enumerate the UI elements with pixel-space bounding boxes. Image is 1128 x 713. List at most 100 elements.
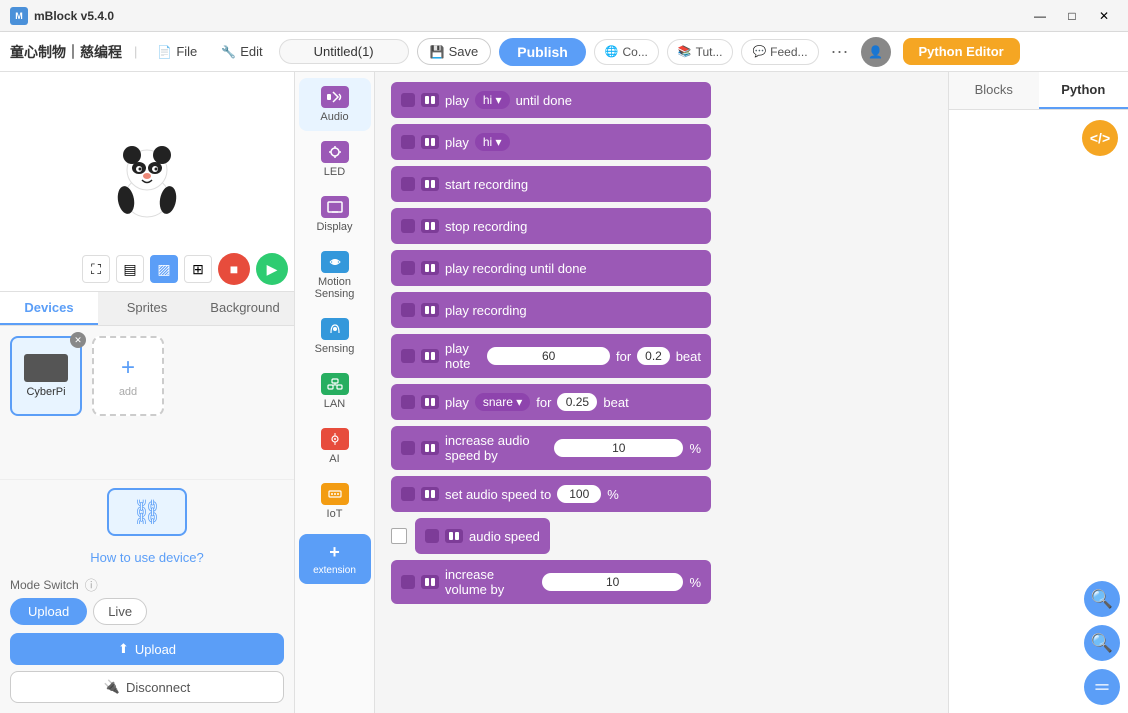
how-to-use-link[interactable]: How to use device?: [10, 550, 284, 565]
play-recording-until-label: play recording until done: [445, 261, 587, 276]
block-set-audio-speed[interactable]: set audio speed to %: [391, 476, 711, 512]
block-icon-2: [421, 135, 439, 149]
minimize-button[interactable]: —: [1026, 6, 1054, 26]
block-stop-recording[interactable]: stop recording: [391, 208, 711, 244]
category-audio[interactable]: Audio: [299, 78, 371, 131]
tutorial-button[interactable]: 📚 Tut...: [667, 39, 734, 65]
audio-icon: [321, 86, 349, 108]
right-tools: 🔍 🔍 ＝: [949, 573, 1128, 713]
snare-dropdown[interactable]: snare ▾: [475, 393, 530, 411]
block-play-hi[interactable]: play hi ▾: [391, 124, 711, 160]
block-icon-5: [421, 261, 439, 275]
lan-label: LAN: [324, 398, 345, 410]
upload-icon-area: ⛓: [107, 488, 187, 536]
add-plus-icon: +: [121, 354, 135, 382]
mode-switch-row: Mode Switch ⓘ: [10, 571, 284, 598]
volume-increase-input[interactable]: [542, 573, 684, 591]
zoom-in-button[interactable]: 🔍: [1084, 581, 1120, 617]
stop-button[interactable]: ■: [218, 253, 250, 285]
devices-content: ✕ CyberPi + add: [0, 326, 294, 479]
category-iot[interactable]: IoT: [299, 475, 371, 528]
block-audio-speed[interactable]: audio speed: [415, 518, 550, 554]
upload-mode-button[interactable]: Upload: [10, 598, 87, 625]
tab-background[interactable]: Background: [196, 292, 294, 325]
for-label: for: [616, 349, 631, 364]
live-mode-button[interactable]: Live: [93, 598, 147, 625]
percent-label-3: %: [689, 575, 701, 590]
play-hi-dropdown[interactable]: hi ▾: [475, 91, 510, 109]
file-menu[interactable]: 📄 File: [149, 40, 205, 63]
split-layout-btn[interactable]: ▨: [150, 255, 178, 283]
feedback-button[interactable]: 💬 Feed...: [741, 39, 818, 65]
expand-icon-btn[interactable]: ⛶: [82, 255, 110, 283]
more-button[interactable]: ···: [827, 41, 853, 62]
speed-value-input[interactable]: [557, 485, 601, 503]
avatar[interactable]: 👤: [861, 37, 891, 67]
blocks-panel: play hi ▾ until done play hi ▾ start rec…: [375, 72, 948, 713]
ai-icon: [321, 428, 349, 450]
block-icon-12: [421, 575, 439, 589]
upload-big-button[interactable]: ⬆ Upload: [10, 633, 284, 665]
reset-zoom-button[interactable]: ＝: [1084, 669, 1120, 705]
block-play-note[interactable]: play note for beat: [391, 334, 711, 378]
logo-icon: M: [10, 7, 28, 25]
mode-switch-help[interactable]: ⓘ: [85, 575, 98, 594]
block-start-recording[interactable]: start recording: [391, 166, 711, 202]
add-extension-button[interactable]: + extension: [299, 534, 371, 584]
block-play-hi-until[interactable]: play hi ▾ until done: [391, 82, 711, 118]
speed-increase-input[interactable]: [554, 439, 683, 457]
tab-python[interactable]: Python: [1039, 72, 1128, 109]
disconnect-button[interactable]: 🔌 Disconnect: [10, 671, 284, 703]
block-play-recording[interactable]: play recording: [391, 292, 711, 328]
code-content: </>: [949, 110, 1128, 573]
block-increase-volume[interactable]: increase volume by %: [391, 560, 711, 604]
titlebar: M mBlock v5.4.0 — □ ✕: [0, 0, 1128, 32]
block-label-play1: play: [445, 93, 469, 108]
close-button[interactable]: ✕: [1090, 6, 1118, 26]
cyberpi-device-card[interactable]: ✕ CyberPi: [10, 336, 82, 416]
device-close-btn[interactable]: ✕: [70, 332, 86, 348]
block-play-snare[interactable]: play snare ▾ for beat: [391, 384, 711, 420]
edit-menu[interactable]: 🔧 Edit: [213, 40, 270, 63]
category-display[interactable]: Display: [299, 188, 371, 241]
code-tabs: Blocks Python: [949, 72, 1128, 110]
devices-row: ✕ CyberPi + add: [10, 336, 284, 416]
note-beat-input[interactable]: [637, 347, 670, 365]
note-value-input[interactable]: [487, 347, 610, 365]
set-speed-text: set audio speed to: [445, 487, 551, 502]
tab-sprites[interactable]: Sprites: [98, 292, 196, 325]
add-device-button[interactable]: + add: [92, 336, 164, 416]
audio-speed-checkbox[interactable]: [391, 528, 407, 544]
iot-icon: [321, 483, 349, 505]
tab-devices[interactable]: Devices: [0, 292, 98, 325]
code-tag-button[interactable]: </>: [1082, 120, 1118, 156]
category-ai[interactable]: AI: [299, 420, 371, 473]
category-motion[interactable]: Motion Sensing: [299, 243, 371, 308]
zoom-out-button[interactable]: 🔍: [1084, 625, 1120, 661]
category-lan[interactable]: LAN: [299, 365, 371, 418]
main-area: ⛶ ▤ ▨ ⊞ ■ ▶ Devices Sprites Background: [0, 72, 1128, 713]
category-led[interactable]: LED: [299, 133, 371, 186]
right-panel: Blocks Python </> 🔍 🔍 ＝: [948, 72, 1128, 713]
maximize-button[interactable]: □: [1058, 6, 1086, 26]
snare-beat-input[interactable]: [557, 393, 597, 411]
small-layout-btn[interactable]: ▤: [116, 255, 144, 283]
block-icon-3: [421, 177, 439, 191]
add-extension-icon: +: [329, 542, 340, 563]
block-icon-8: [421, 395, 439, 409]
block-play-recording-until[interactable]: play recording until done: [391, 250, 711, 286]
until-done-label: until done: [516, 93, 572, 108]
block-icon: [421, 93, 439, 107]
project-name-input[interactable]: [279, 39, 409, 64]
category-sensing[interactable]: Sensing: [299, 310, 371, 363]
tab-blocks[interactable]: Blocks: [949, 72, 1039, 109]
publish-button[interactable]: Publish: [499, 38, 586, 66]
play-hi-dropdown2[interactable]: hi ▾: [475, 133, 510, 151]
go-button[interactable]: ▶: [256, 253, 288, 285]
save-button[interactable]: 💾 Save: [417, 38, 492, 65]
block-increase-audio-speed[interactable]: increase audio speed by %: [391, 426, 711, 470]
tab-bar: Devices Sprites Background: [0, 292, 294, 326]
grid-layout-btn[interactable]: ⊞: [184, 255, 212, 283]
community-button[interactable]: 🌐 Co...: [594, 39, 659, 65]
python-editor-button[interactable]: Python Editor: [903, 38, 1020, 65]
